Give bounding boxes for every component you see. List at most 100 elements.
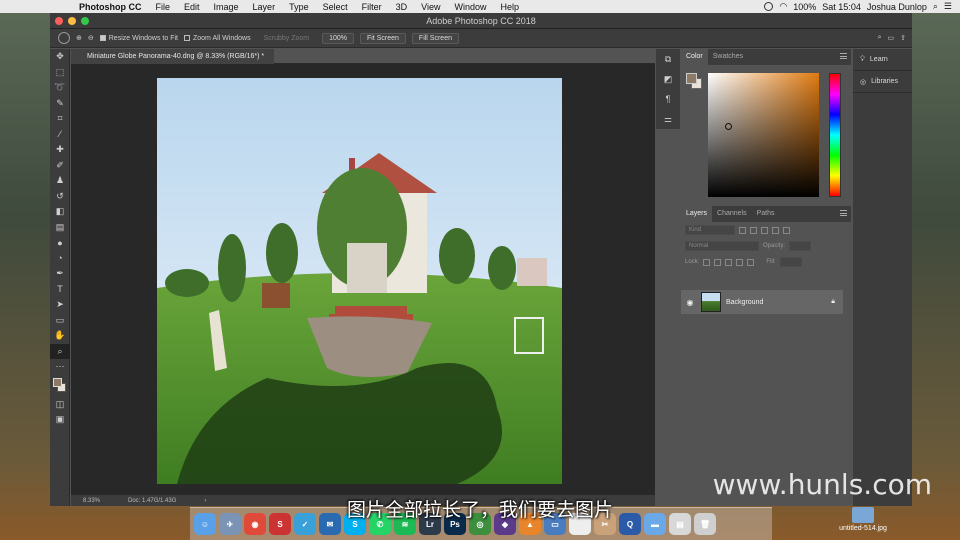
layer-thumbnail[interactable] [701, 292, 721, 312]
learn-button[interactable]: 💡︎ Learn [853, 49, 912, 71]
lasso-tool-icon[interactable]: ➰ [50, 80, 70, 96]
history-brush-tool-icon[interactable]: ↺ [50, 189, 70, 205]
pixel-filter-icon[interactable] [739, 226, 746, 234]
menu-3d[interactable]: 3D [389, 2, 415, 12]
menu-view[interactable]: View [414, 2, 447, 12]
search-icon[interactable]: ⌕ [878, 34, 882, 42]
tab-channels[interactable]: Channels [712, 206, 752, 222]
rectangle-tool-icon[interactable]: ▭ [50, 313, 70, 329]
user-name[interactable]: Joshua Dunlop [867, 2, 927, 12]
tab-swatches[interactable]: Swatches [708, 49, 748, 65]
lock-all-icon[interactable] [747, 258, 755, 266]
foreground-color-swatch[interactable] [53, 377, 62, 387]
crop-tool-icon[interactable]: ⌗ [50, 111, 70, 127]
menu-filter[interactable]: Filter [355, 2, 389, 12]
layer-row[interactable]: ◉ Background 🔒︎ [681, 290, 843, 314]
document-area: Miniature Globe Panorama-40.dng @ 8.33% … [71, 49, 655, 506]
workspace-icon[interactable]: ▭ [888, 34, 895, 42]
more-tools-icon[interactable]: ⋯ [50, 359, 70, 375]
document-tab[interactable]: Miniature Globe Panorama-40.dng @ 8.33% … [71, 49, 275, 64]
type-filter-icon[interactable] [761, 226, 768, 234]
lock-image-icon[interactable] [714, 258, 722, 266]
menu-list-icon[interactable]: ☰ [944, 1, 952, 12]
adjustment-filter-icon[interactable] [750, 226, 757, 234]
zoom-tool-icon[interactable]: ⌕ [50, 343, 70, 359]
tab-paths[interactable]: Paths [752, 206, 780, 222]
path-select-tool-icon[interactable]: ➤ [50, 297, 70, 313]
pen-tool-icon[interactable]: ✒ [50, 266, 70, 282]
eyedropper-tool-icon[interactable]: ⁄ [50, 127, 70, 143]
dodge-tool-icon[interactable]: ◔ [50, 251, 70, 267]
zoom-all-checkbox[interactable]: Zoom All Windows [184, 35, 251, 42]
eraser-tool-icon[interactable]: ◧ [50, 204, 70, 220]
opacity-field[interactable] [789, 241, 812, 251]
properties-sliders-icon[interactable]: ⚌ [656, 109, 680, 129]
menu-select[interactable]: Select [316, 2, 355, 12]
brush-tool-icon[interactable]: ✐ [50, 158, 70, 174]
lock-transparent-icon[interactable] [703, 258, 711, 266]
quick-select-tool-icon[interactable]: ✎ [50, 96, 70, 112]
fit-screen-button[interactable]: Fit Screen [360, 32, 406, 44]
menu-edit[interactable]: Edit [177, 2, 207, 12]
hue-slider[interactable] [829, 73, 841, 197]
learn-libraries-panel: 💡︎ Learn ◎ Libraries [853, 49, 912, 506]
fill-screen-button[interactable]: Fill Screen [411, 32, 459, 44]
screen-mode-icon[interactable]: ▣ [50, 412, 70, 428]
wifi-icon[interactable]: ◠ [779, 1, 787, 12]
scrubby-zoom-checkbox[interactable]: Scrubby Zoom [257, 33, 317, 44]
panel-menu-icon[interactable] [840, 210, 847, 216]
document-canvas[interactable] [157, 78, 562, 484]
zoom-tool-preset-icon[interactable] [58, 32, 70, 44]
quick-mask-icon[interactable]: ◫ [50, 397, 70, 413]
kind-filter-select[interactable]: Kind [685, 225, 735, 235]
color-picker-ring[interactable] [725, 123, 732, 130]
move-tool-icon[interactable]: ✥ [50, 49, 70, 65]
zoom-in-icon[interactable]: ⊕ [76, 34, 82, 42]
menu-window[interactable]: Window [447, 2, 493, 12]
menu-app-name[interactable]: Photoshop CC [72, 2, 149, 12]
lock-position-icon[interactable] [725, 258, 733, 266]
resize-windows-checkbox[interactable]: Resize Windows to Fit [99, 35, 178, 42]
adjustments-icon[interactable]: ⧉ [656, 49, 680, 69]
libraries-button[interactable]: ◎ Libraries [853, 71, 912, 93]
learn-label: Learn [869, 56, 888, 63]
lock-artboard-icon[interactable] [736, 258, 744, 266]
blur-tool-icon[interactable]: ● [50, 235, 70, 251]
gradient-tool-icon[interactable]: ▤ [50, 220, 70, 236]
layer-name[interactable]: Background [726, 299, 763, 306]
shape-filter-icon[interactable] [772, 226, 779, 234]
battery-percent[interactable]: 100% [793, 2, 816, 12]
foreground-background-swatches[interactable] [50, 375, 70, 397]
swatch-panel-icon[interactable]: ◩ [656, 69, 680, 89]
paragraph-icon[interactable]: ¶ [656, 89, 680, 109]
zoom-out-icon[interactable]: ⊖ [88, 34, 94, 42]
healing-brush-tool-icon[interactable]: ✚ [50, 142, 70, 158]
type-tool-icon[interactable]: T [50, 282, 70, 298]
visibility-eye-icon[interactable]: ◉ [681, 298, 699, 307]
smart-object-filter-icon[interactable] [783, 226, 790, 234]
clock[interactable]: Sat 15:04 [822, 2, 861, 12]
foreground-color-chip[interactable] [686, 73, 697, 84]
blend-mode-select[interactable]: Normal [685, 241, 759, 251]
fill-label: Fill: [766, 259, 776, 265]
menu-file[interactable]: File [149, 2, 178, 12]
marquee-tool-icon[interactable]: ⬚ [50, 65, 70, 81]
share-icon[interactable]: ⇪ [900, 34, 906, 42]
record-status-icon[interactable] [764, 2, 774, 11]
menu-help[interactable]: Help [493, 2, 526, 12]
layer-lock-icon[interactable]: 🔒︎ [831, 298, 835, 306]
hand-tool-icon[interactable]: ✋ [50, 328, 70, 344]
tab-color[interactable]: Color [681, 49, 708, 65]
zoom-100-button[interactable]: 100% [322, 32, 355, 44]
search-icon[interactable]: ⌕ [933, 1, 938, 12]
menu-image[interactable]: Image [207, 2, 246, 12]
clone-stamp-tool-icon[interactable]: ♟ [50, 173, 70, 189]
menu-layer[interactable]: Layer [246, 2, 283, 12]
layers-panel: Layers Channels Paths Kind Normal Opacit… [681, 206, 851, 506]
panel-menu-icon[interactable] [840, 53, 847, 59]
small-house [517, 258, 547, 286]
tab-layers[interactable]: Layers [681, 206, 713, 222]
color-picker-field[interactable] [708, 73, 819, 197]
fill-field[interactable] [779, 257, 802, 267]
menu-type[interactable]: Type [282, 2, 316, 12]
